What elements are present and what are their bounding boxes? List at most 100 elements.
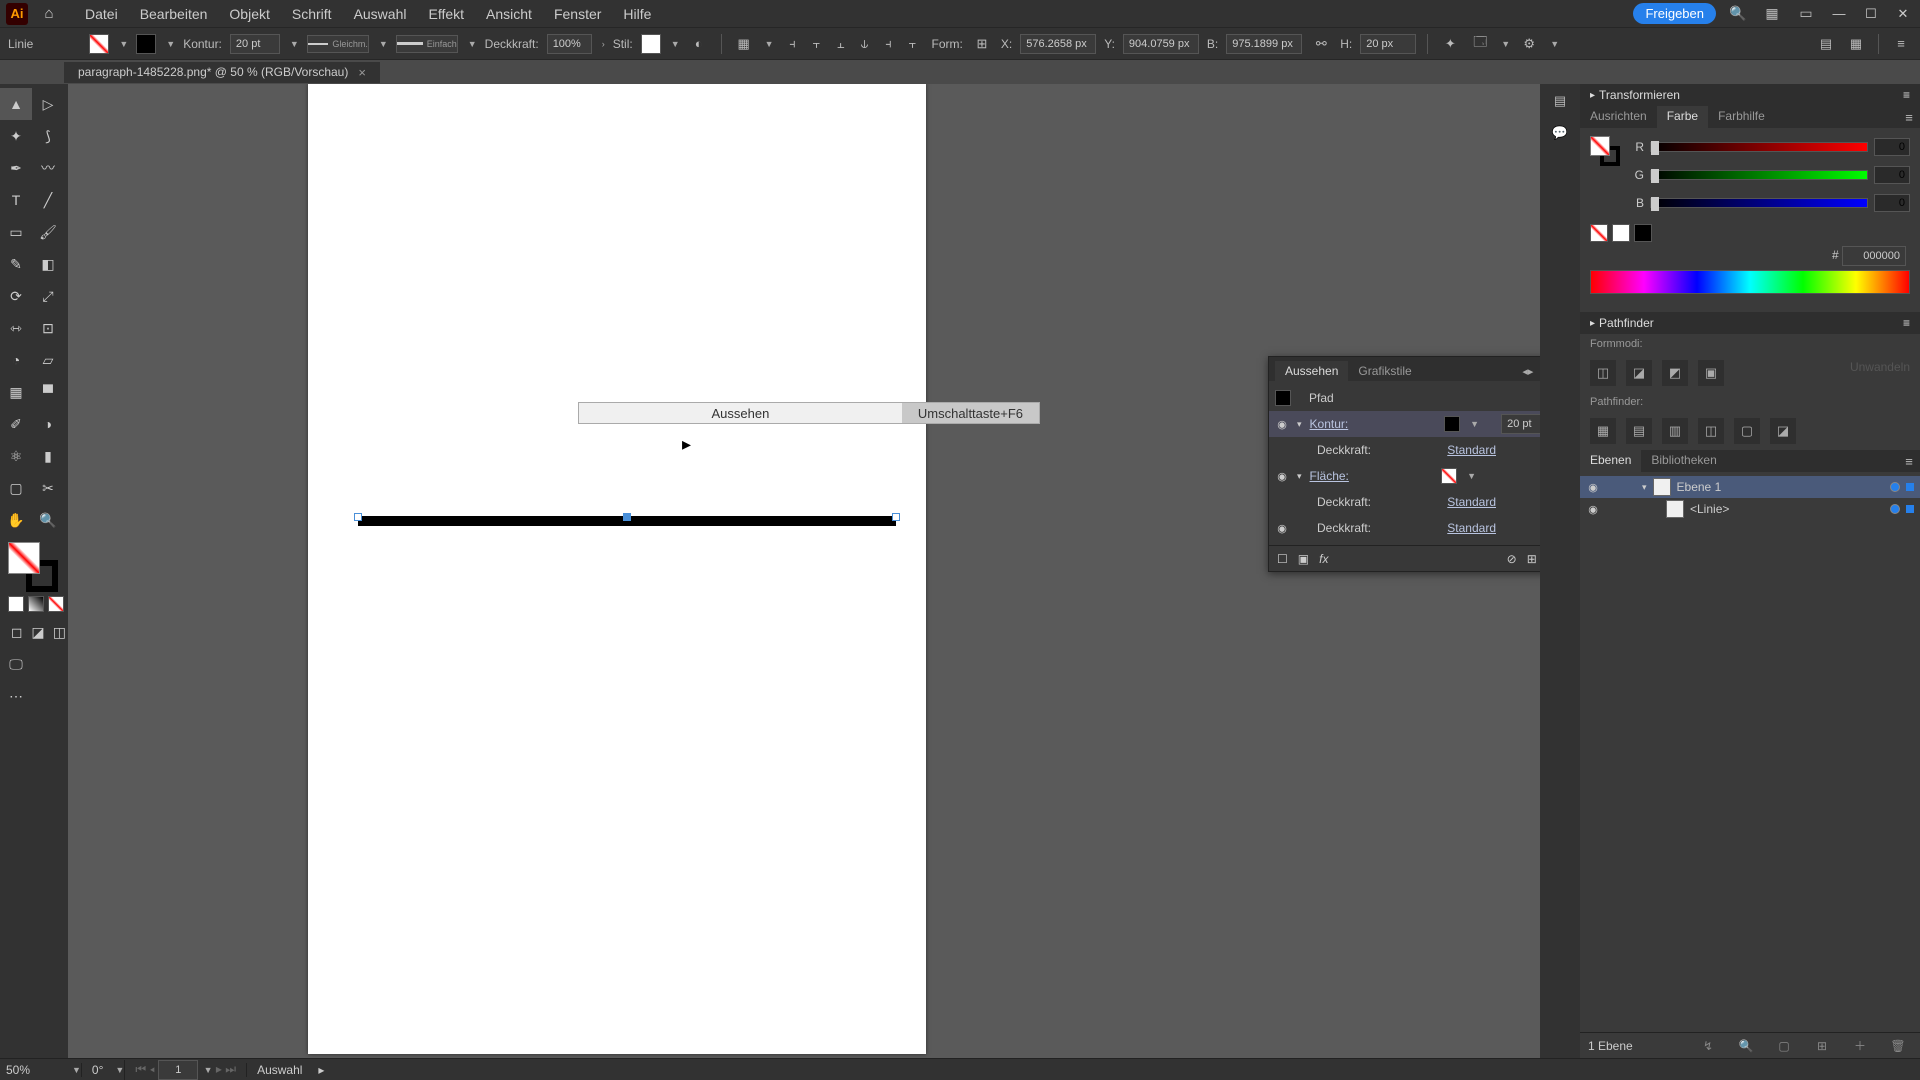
color-spectrum[interactable]	[1590, 270, 1910, 294]
minus-back-icon[interactable]: ◪	[1770, 418, 1796, 444]
green-slider[interactable]	[1650, 170, 1868, 180]
blue-slider[interactable]	[1650, 198, 1868, 208]
layer-row[interactable]: ◉ ▾ Ebene 1	[1580, 476, 1920, 498]
selection-handle[interactable]	[892, 513, 900, 521]
align-hcenter-icon[interactable]: ⫟	[806, 33, 828, 55]
stroke-weight-input[interactable]	[230, 34, 280, 54]
intersect-icon[interactable]: ◩	[1662, 360, 1688, 386]
selection-handle[interactable]	[354, 513, 362, 521]
menu-bearbeiten[interactable]: Bearbeiten	[129, 6, 219, 22]
edit-toolbar-icon[interactable]: ⋯	[0, 680, 32, 712]
exclude-icon[interactable]: ▣	[1698, 360, 1724, 386]
transform-anchor-icon[interactable]: ⊞	[971, 33, 993, 55]
y-input[interactable]	[1123, 34, 1199, 54]
gradient-mode-icon[interactable]	[28, 596, 44, 612]
visibility-icon[interactable]: ◉	[1586, 503, 1600, 516]
chevron-down-icon[interactable]: ▼	[468, 39, 477, 49]
artboard-nav-input[interactable]	[158, 1060, 198, 1080]
menu-datei[interactable]: Datei	[74, 6, 129, 22]
appearance-tab[interactable]: Aussehen	[1275, 361, 1348, 381]
transform-panel-header[interactable]: ▸ Transformieren ≡	[1580, 84, 1920, 106]
color-tab[interactable]: Farbe	[1657, 106, 1708, 128]
perspective-tool[interactable]: ▱	[32, 344, 64, 376]
panel-menu-icon[interactable]: ≡	[1903, 316, 1910, 330]
opacity-input[interactable]	[547, 34, 592, 54]
panel-menu-icon[interactable]: ≡	[1898, 106, 1920, 128]
new-sublayer-icon[interactable]: ⊞	[1808, 1039, 1836, 1053]
close-button[interactable]: ✕	[1892, 3, 1914, 25]
appearance-panel[interactable]: Aussehen Grafikstile ◂▸ ✕ ≡ Pfad ◉ ▾ Kon…	[1268, 356, 1540, 572]
chevron-down-icon[interactable]: ▾	[1642, 482, 1647, 493]
artboard-tool[interactable]: ▢	[0, 472, 32, 504]
outline-icon[interactable]: ▢	[1734, 418, 1760, 444]
link-icon[interactable]: ⚯	[1310, 33, 1332, 55]
shape-builder-tool[interactable]: ◔	[0, 344, 32, 376]
pathfinder-header[interactable]: ▸ Pathfinder ≡	[1580, 312, 1920, 334]
artboard-next-icon[interactable]: ▸	[216, 1062, 222, 1076]
type-tool[interactable]: T	[0, 184, 32, 216]
close-panel-icon[interactable]: ✕	[1539, 365, 1540, 378]
opacity-value[interactable]: Standard	[1447, 495, 1496, 509]
mesh-tool[interactable]: ▦	[0, 376, 32, 408]
arrange-icon[interactable]: ▭	[1794, 2, 1818, 26]
fill-link[interactable]: Fläche:	[1310, 469, 1349, 483]
eyedropper-tool[interactable]: ✐	[0, 408, 32, 440]
layer-row[interactable]: ◉ <Linie>	[1580, 498, 1920, 520]
pen-tool[interactable]: ✒	[0, 152, 32, 184]
collapse-icon[interactable]: ◂▸	[1522, 365, 1533, 378]
chevron-down-icon[interactable]: ▼	[671, 39, 680, 49]
stroke-swatch[interactable]	[136, 34, 156, 54]
new-layer-icon[interactable]: ＋	[1846, 1037, 1874, 1054]
magic-wand-tool[interactable]: ✦	[0, 120, 32, 152]
artboard-last-icon[interactable]: ⏭	[225, 1062, 236, 1076]
comments-icon[interactable]: 💬	[1549, 122, 1571, 144]
chevron-down-icon[interactable]: ▼	[1470, 419, 1479, 429]
align-tab[interactable]: Ausrichten	[1580, 106, 1657, 128]
brush-profile-dropdown[interactable]: Einfach	[396, 35, 458, 53]
status-menu-icon[interactable]: ▸	[318, 1063, 324, 1077]
chevron-down-icon[interactable]: ▼	[765, 39, 774, 49]
free-transform-tool[interactable]: ⊡	[32, 312, 64, 344]
hand-tool[interactable]: ✋	[0, 504, 32, 536]
unite-icon[interactable]: ◫	[1590, 360, 1616, 386]
gradient-tool[interactable]: ▀	[32, 376, 64, 408]
fill-color-swatch[interactable]	[1441, 468, 1457, 484]
menu-ansicht[interactable]: Ansicht	[475, 6, 543, 22]
none-mode-icon[interactable]	[48, 596, 64, 612]
maximize-button[interactable]: ☐	[1860, 3, 1882, 25]
visibility-icon[interactable]: ◉	[1275, 522, 1289, 535]
color-mode-icon[interactable]	[8, 596, 24, 612]
panel-toggle-icon[interactable]: ▤	[1815, 33, 1837, 55]
chevron-down-icon[interactable]: ▼	[119, 39, 128, 49]
home-icon[interactable]: ⌂	[38, 3, 60, 25]
document-tab[interactable]: paragraph-1485228.png* @ 50 % (RGB/Vorsc…	[64, 62, 380, 83]
opacity-value[interactable]: Standard	[1447, 521, 1496, 535]
prefs-icon[interactable]: ⚙	[1518, 33, 1540, 55]
shaper-tool[interactable]: ✎	[0, 248, 32, 280]
artboard-prev-icon[interactable]: ◂	[149, 1062, 154, 1076]
menu-objekt[interactable]: Objekt	[218, 6, 280, 22]
layers-tab[interactable]: Ebenen	[1580, 450, 1641, 472]
chevron-down-icon[interactable]: ▼	[204, 1065, 213, 1075]
align-dropdown-icon[interactable]: ▦	[733, 33, 755, 55]
none-swatch[interactable]	[1590, 224, 1608, 242]
chevron-down-icon[interactable]: ▼	[379, 39, 388, 49]
properties-icon[interactable]: ▤	[1549, 90, 1571, 112]
trim-icon[interactable]: ▤	[1626, 418, 1652, 444]
chevron-down-icon[interactable]: ▼	[72, 1065, 81, 1075]
blend-tool[interactable]: ◑	[32, 408, 64, 440]
minimize-button[interactable]: —	[1828, 3, 1850, 25]
crop-icon[interactable]: ◫	[1698, 418, 1724, 444]
screen-mode-icon[interactable]: 🖵	[0, 648, 32, 680]
share-button[interactable]: Freigeben	[1633, 3, 1716, 24]
fx-icon[interactable]: fx	[1319, 552, 1328, 566]
symbol-sprayer-tool[interactable]: ⚛	[0, 440, 32, 472]
chevron-down-icon[interactable]: ▾	[1297, 419, 1302, 430]
scale-tool[interactable]: ⤢	[32, 280, 64, 312]
menu-fenster[interactable]: Fenster	[543, 6, 612, 22]
chevron-down-icon[interactable]: ▼	[166, 39, 175, 49]
panel-menu-icon[interactable]: ≡	[1890, 33, 1912, 55]
selection-center-handle[interactable]	[623, 513, 631, 521]
x-input[interactable]	[1020, 34, 1096, 54]
selection-tool[interactable]: ▲	[0, 88, 32, 120]
